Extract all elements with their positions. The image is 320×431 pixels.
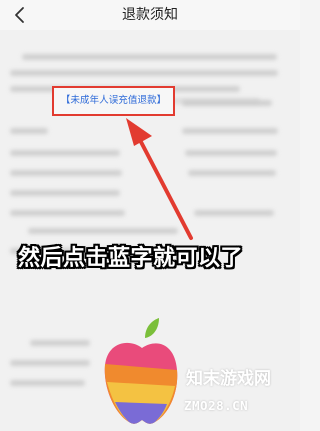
instruction-caption: 然后点击蓝字就可以了	[18, 246, 244, 271]
watermark-name: 知末游戏网	[186, 369, 271, 389]
apple-logo-icon	[104, 318, 178, 424]
watermark-domain: ZMO28.CN	[184, 398, 249, 413]
